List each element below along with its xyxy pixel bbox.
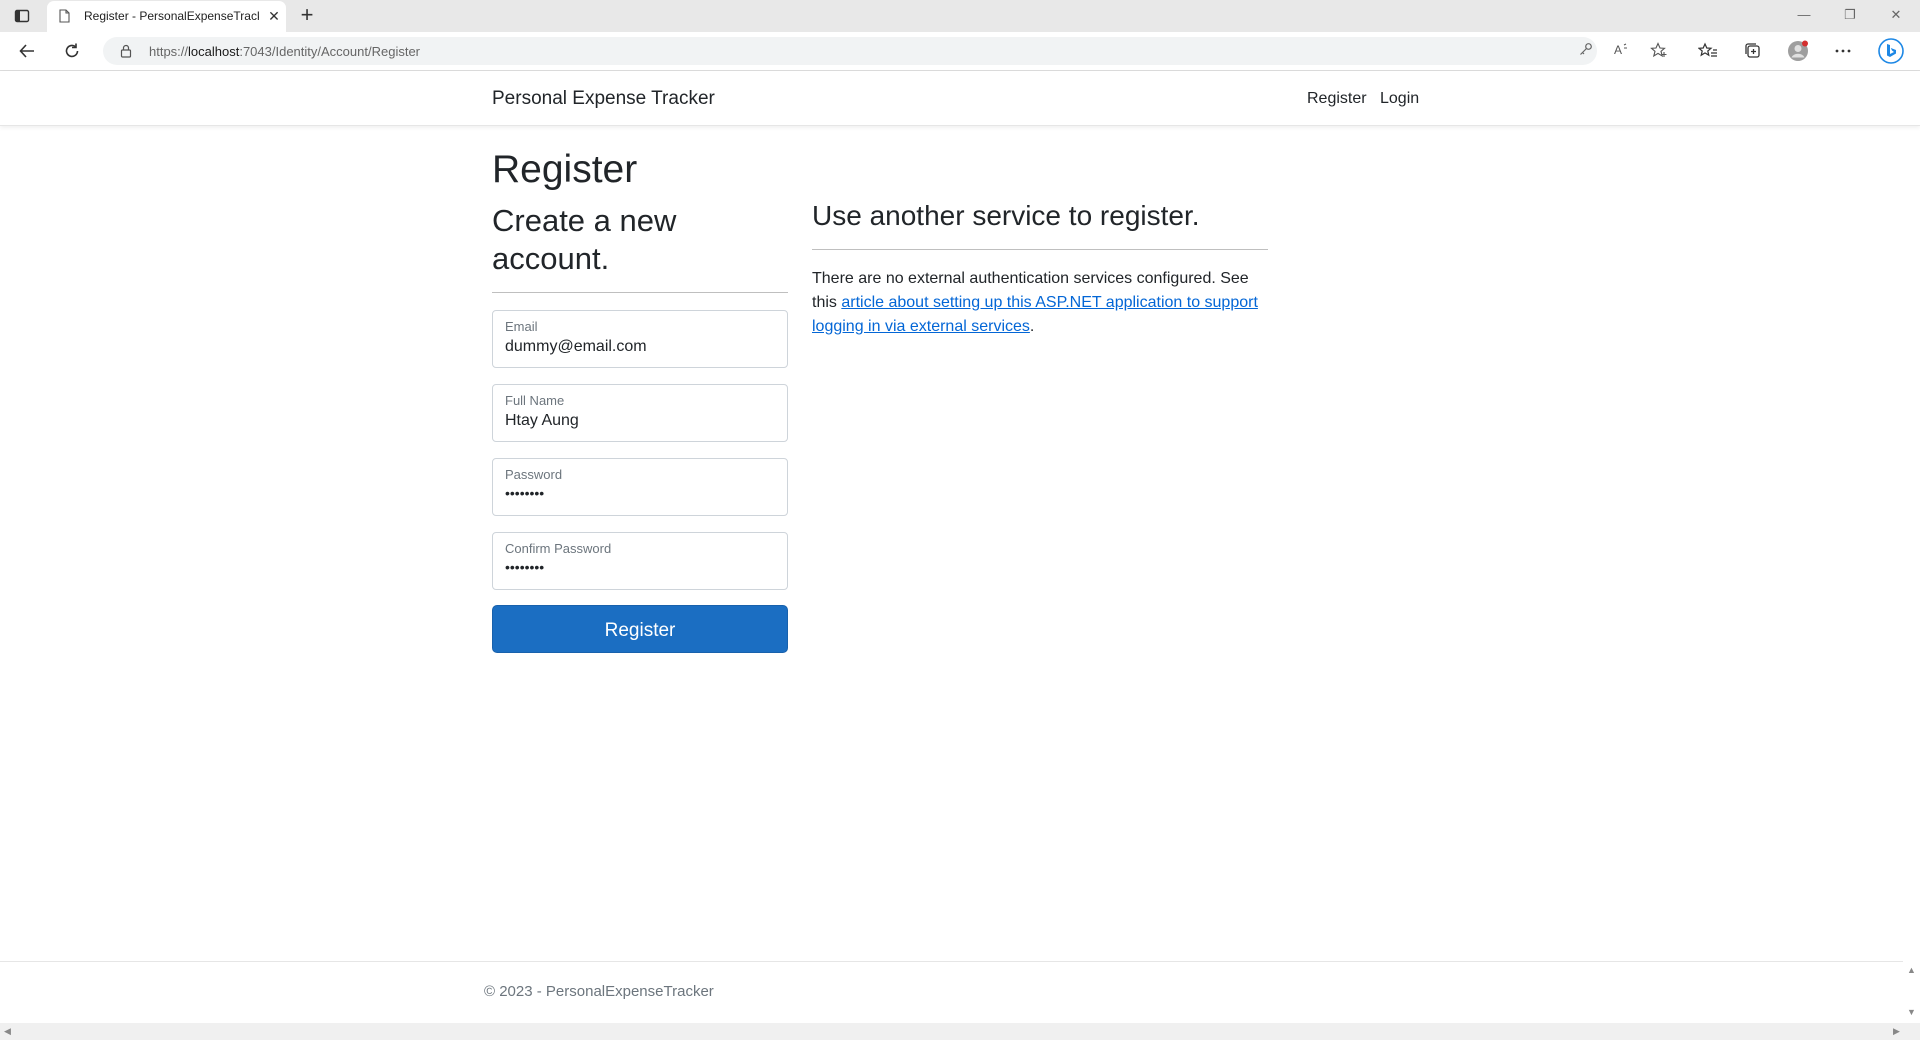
add-favorite-icon[interactable] [1650, 42, 1668, 60]
full-name-field[interactable]: Full Name Htay Aung [492, 384, 788, 442]
new-tab-icon[interactable]: + [296, 4, 318, 26]
svg-text:A: A [1614, 43, 1622, 56]
browser-toolbar: https://localhost:7043/Identity/Account/… [0, 32, 1920, 71]
divider [492, 292, 788, 293]
browser-tab[interactable]: Register - PersonalExpenseTracker ✕ [47, 1, 286, 32]
full-name-value[interactable]: Htay Aung [505, 412, 579, 430]
window-close-icon[interactable]: ✕ [1881, 4, 1911, 26]
password-label: Password [505, 467, 563, 482]
vertical-scrollbar[interactable]: ▲ ▼ [1903, 961, 1920, 1023]
scroll-up-icon[interactable]: ▲ [1907, 965, 1916, 975]
confirm-password-field[interactable]: Confirm Password •••••••• [492, 532, 788, 590]
full-name-label: Full Name [505, 393, 565, 408]
email-label: Email [505, 319, 538, 334]
tab-strip: Register - PersonalExpenseTracker ✕ + — … [0, 0, 1920, 32]
external-auth-article-link[interactable]: article about setting up this ASP.NET ap… [812, 294, 1258, 335]
bing-copilot-icon[interactable] [1878, 38, 1904, 64]
nav-login-link[interactable]: Login [1380, 90, 1419, 108]
divider [812, 249, 1268, 250]
nav-register-link[interactable]: Register [1307, 90, 1367, 108]
register-button[interactable]: Register [492, 605, 788, 653]
tab-close-icon[interactable]: ✕ [265, 7, 283, 25]
site-footer: © 2023 - PersonalExpenseTracker [0, 961, 1920, 1024]
email-field[interactable]: Email dummy@email.com [492, 310, 788, 368]
refresh-icon[interactable] [61, 40, 83, 62]
sidebar-toggle-icon[interactable] [14, 8, 30, 24]
scroll-right-icon[interactable]: ▶ [1893, 1026, 1900, 1037]
url-text[interactable]: https://localhost:7043/Identity/Account/… [149, 44, 420, 59]
back-icon[interactable] [16, 40, 38, 62]
form-subtitle: Create a new account. [492, 203, 677, 276]
navbar-brand[interactable]: Personal Expense Tracker [492, 88, 715, 110]
scroll-left-icon[interactable]: ◀ [4, 1026, 11, 1037]
external-info-text: There are no external authentication ser… [812, 270, 1258, 335]
more-options-icon[interactable] [1832, 40, 1854, 62]
confirm-password-label: Confirm Password [505, 541, 612, 556]
confirm-password-value[interactable]: •••••••• [505, 559, 544, 575]
key-icon[interactable] [1577, 42, 1595, 60]
address-bar[interactable]: https://localhost:7043/Identity/Account/… [103, 37, 1667, 65]
horizontal-scrollbar[interactable]: ◀ ▶ [0, 1023, 1920, 1040]
profile-avatar-icon[interactable] [1787, 40, 1809, 62]
collections-icon[interactable] [1742, 40, 1764, 62]
read-aloud-icon[interactable]: A [1613, 42, 1631, 60]
scroll-down-icon[interactable]: ▼ [1907, 1007, 1916, 1017]
external-heading: Use another service to register. [812, 200, 1200, 231]
restore-icon[interactable]: ❐ [1835, 4, 1865, 26]
email-value[interactable]: dummy@email.com [505, 338, 647, 356]
tab-title: Register - PersonalExpenseTracker [84, 9, 259, 23]
favorites-icon[interactable] [1697, 40, 1719, 62]
footer-copyright: © 2023 - PersonalExpenseTracker [484, 983, 714, 1000]
site-navbar: Personal Expense Tracker Register Login [0, 71, 1920, 126]
page-icon [59, 9, 70, 23]
minimize-icon[interactable]: — [1789, 4, 1819, 26]
page-title: Register [492, 148, 638, 191]
password-value[interactable]: •••••••• [505, 485, 544, 501]
password-field[interactable]: Password •••••••• [492, 458, 788, 516]
lock-icon[interactable] [119, 44, 133, 58]
